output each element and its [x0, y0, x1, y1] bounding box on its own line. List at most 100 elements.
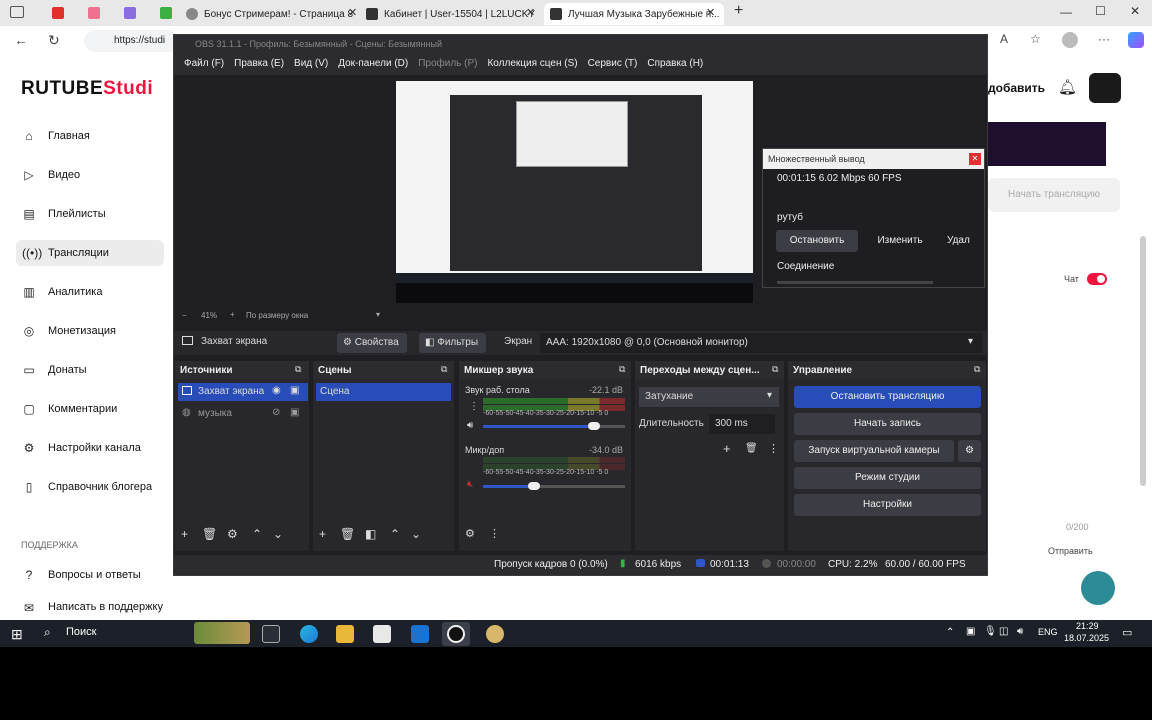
close-tab-icon[interactable]: ✕	[706, 6, 715, 19]
new-tab-icon[interactable]: +	[734, 2, 743, 20]
volume-slider[interactable]	[483, 422, 625, 430]
gear-icon[interactable]: ⚙	[227, 527, 238, 541]
outlook-icon[interactable]	[411, 625, 429, 643]
add-scene-icon[interactable]: +	[319, 527, 326, 541]
send-button[interactable]: Отправить	[1048, 546, 1093, 556]
transition-select[interactable]: Затухание ▾	[639, 387, 779, 407]
transition-menu-icon[interactable]: ⋮	[768, 442, 779, 455]
tray-app-icon[interactable]: ▣	[966, 626, 975, 637]
read-aloud-icon[interactable]: A	[1000, 32, 1008, 46]
trash-icon[interactable]: 🗑︎	[745, 443, 758, 454]
muted-speaker-icon[interactable]: 🔇︎	[467, 479, 473, 490]
maximize-icon[interactable]: ☐	[1095, 4, 1106, 18]
eye-hidden-icon[interactable]: ⊘	[272, 407, 280, 418]
nav-analytics[interactable]: ▥ Аналитика	[16, 279, 164, 305]
advanced-audio-icon[interactable]: ⚙	[465, 527, 475, 540]
nav-comments[interactable]: ▢ Комментарии	[16, 396, 164, 422]
tab-bonus[interactable]: Бонус Стримерам! - Страница 8	[186, 3, 360, 25]
dock-float-icon[interactable]: ⧉	[772, 364, 778, 375]
zoom-out-icon[interactable]: −	[182, 311, 187, 320]
menu-tools[interactable]: Сервис (T)	[583, 54, 643, 75]
source-item-music[interactable]: ◍ музыка ⊘ ▣	[178, 405, 308, 423]
dock-float-icon[interactable]: ⧉	[441, 364, 447, 375]
nav-broadcasts[interactable]: ((•)) Трансляции	[16, 240, 164, 266]
network-icon[interactable]: ◫	[999, 626, 1008, 637]
more-icon[interactable]: ···	[1098, 32, 1110, 46]
move-down-icon[interactable]: ⌄	[411, 527, 421, 541]
nav-blogger-guide[interactable]: ▯ Справочник блогера	[16, 474, 164, 500]
copilot-icon[interactable]	[1128, 32, 1144, 48]
obs-preview[interactable]	[396, 81, 753, 303]
dock-float-icon[interactable]: ⧉	[295, 364, 301, 375]
edit-output-button[interactable]: Изменить	[865, 230, 935, 252]
youtube-tab-icon[interactable]	[52, 7, 64, 19]
address-bar[interactable]: https://studi	[84, 30, 179, 52]
nav-playlists[interactable]: ▤ Плейлисты	[16, 201, 164, 227]
nav-home[interactable]: ⌂ Главная	[16, 123, 164, 149]
zoom-dropdown-icon[interactable]: ▾	[376, 310, 380, 319]
refresh-icon[interactable]: ↻	[48, 32, 60, 49]
zoom-mode[interactable]: По размеру окна	[246, 311, 308, 320]
support-chat-icon[interactable]	[1081, 571, 1115, 605]
duration-input[interactable]: 300 ms	[709, 414, 775, 434]
start-broadcast-button[interactable]: Начать трансляцию	[988, 178, 1120, 212]
nav-channel-settings[interactable]: ⚙ Настройки канала	[16, 435, 164, 461]
pinned-tab-icon[interactable]	[88, 7, 100, 19]
nav-monetization[interactable]: ◎ Монетизация	[16, 318, 164, 344]
bell-icon[interactable]: 🔔︎	[1058, 78, 1077, 96]
windows-start-icon[interactable]: ⊞	[11, 626, 23, 643]
obs-taskbar-icon[interactable]	[442, 622, 470, 646]
favorites-icon[interactable]: ☆	[1030, 32, 1041, 46]
dock-float-icon[interactable]: ⧉	[619, 364, 625, 375]
close-tab-icon[interactable]: ✕	[526, 6, 535, 19]
stop-output-button[interactable]: Остановить	[776, 230, 858, 252]
tab-music[interactable]: Лучшая Музыка Зарубежные п...	[544, 3, 724, 25]
trash-icon[interactable]: 🗑︎	[340, 527, 355, 541]
close-icon[interactable]: ✕	[969, 153, 981, 165]
search-icon[interactable]: ⌕	[44, 625, 51, 640]
settings-button[interactable]: Настройки	[794, 494, 981, 516]
close-tab-icon[interactable]: ✕	[348, 6, 357, 19]
task-view-icon[interactable]	[262, 625, 280, 643]
zoom-in-icon[interactable]: +	[230, 310, 235, 319]
screen-select[interactable]: AAA: 1920x1080 @ 0,0 (Основной монитор) ▾	[540, 333, 982, 353]
add-transition-icon[interactable]: +	[723, 441, 731, 456]
nav-write-support[interactable]: ✉ Написать в поддержку	[16, 601, 164, 617]
start-virtual-camera-button[interactable]: Запуск виртуальной камеры	[794, 440, 954, 462]
nav-faq[interactable]: ? Вопросы и ответы	[16, 562, 164, 588]
menu-scene-collection[interactable]: Коллекция сцен (S)	[482, 54, 582, 75]
tray-chevron-icon[interactable]: ⌃	[946, 627, 954, 638]
tab-cabinet[interactable]: Кабинет | User-15504 | L2LUCKY	[366, 3, 536, 25]
move-up-icon[interactable]: ⌃	[390, 527, 400, 541]
volume-knob[interactable]	[587, 422, 600, 430]
edge-icon[interactable]	[300, 625, 318, 643]
lock-icon[interactable]: ▣	[290, 407, 299, 418]
start-recording-button[interactable]: Начать запись	[794, 413, 981, 435]
properties-button[interactable]: ⚙ Свойства	[337, 333, 407, 353]
language-indicator[interactable]: ENG	[1038, 627, 1058, 637]
add-button[interactable]: добавить	[988, 81, 1045, 95]
clock-time[interactable]: 21:29	[1076, 621, 1099, 631]
nav-video[interactable]: ▷ Видео	[16, 162, 164, 188]
mixer-menu-icon[interactable]: ⋮	[489, 527, 500, 540]
volume-slider[interactable]	[483, 482, 625, 490]
stop-stream-button[interactable]: Остановить трансляцию	[794, 386, 981, 408]
scene-item[interactable]: Сцена	[316, 383, 451, 401]
filter-icon[interactable]: ◧	[365, 527, 376, 541]
clock-date[interactable]: 18.07.2025	[1064, 633, 1109, 643]
app-avatar-icon[interactable]	[486, 625, 504, 643]
menu-help[interactable]: Справка (H)	[642, 54, 708, 75]
search-highlight-icon[interactable]	[194, 622, 250, 644]
nav-donations[interactable]: ▭ Донаты	[16, 357, 164, 383]
minimize-icon[interactable]: —	[1060, 5, 1072, 19]
back-icon[interactable]: ←	[14, 32, 28, 48]
tab-actions-icon[interactable]	[10, 6, 24, 18]
chat-toggle[interactable]	[1087, 273, 1107, 285]
menu-docks[interactable]: Док-панели (D)	[333, 54, 413, 75]
eye-icon[interactable]: ◉	[272, 385, 281, 396]
source-item-screen-capture[interactable]: Захват экрана ◉ ▣	[178, 383, 308, 401]
dock-float-icon[interactable]: ⧉	[974, 364, 980, 375]
move-down-icon[interactable]: ⌄	[273, 527, 283, 541]
move-up-icon[interactable]: ⌃	[252, 527, 262, 541]
filters-button[interactable]: ◧ Фильтры	[419, 333, 486, 353]
